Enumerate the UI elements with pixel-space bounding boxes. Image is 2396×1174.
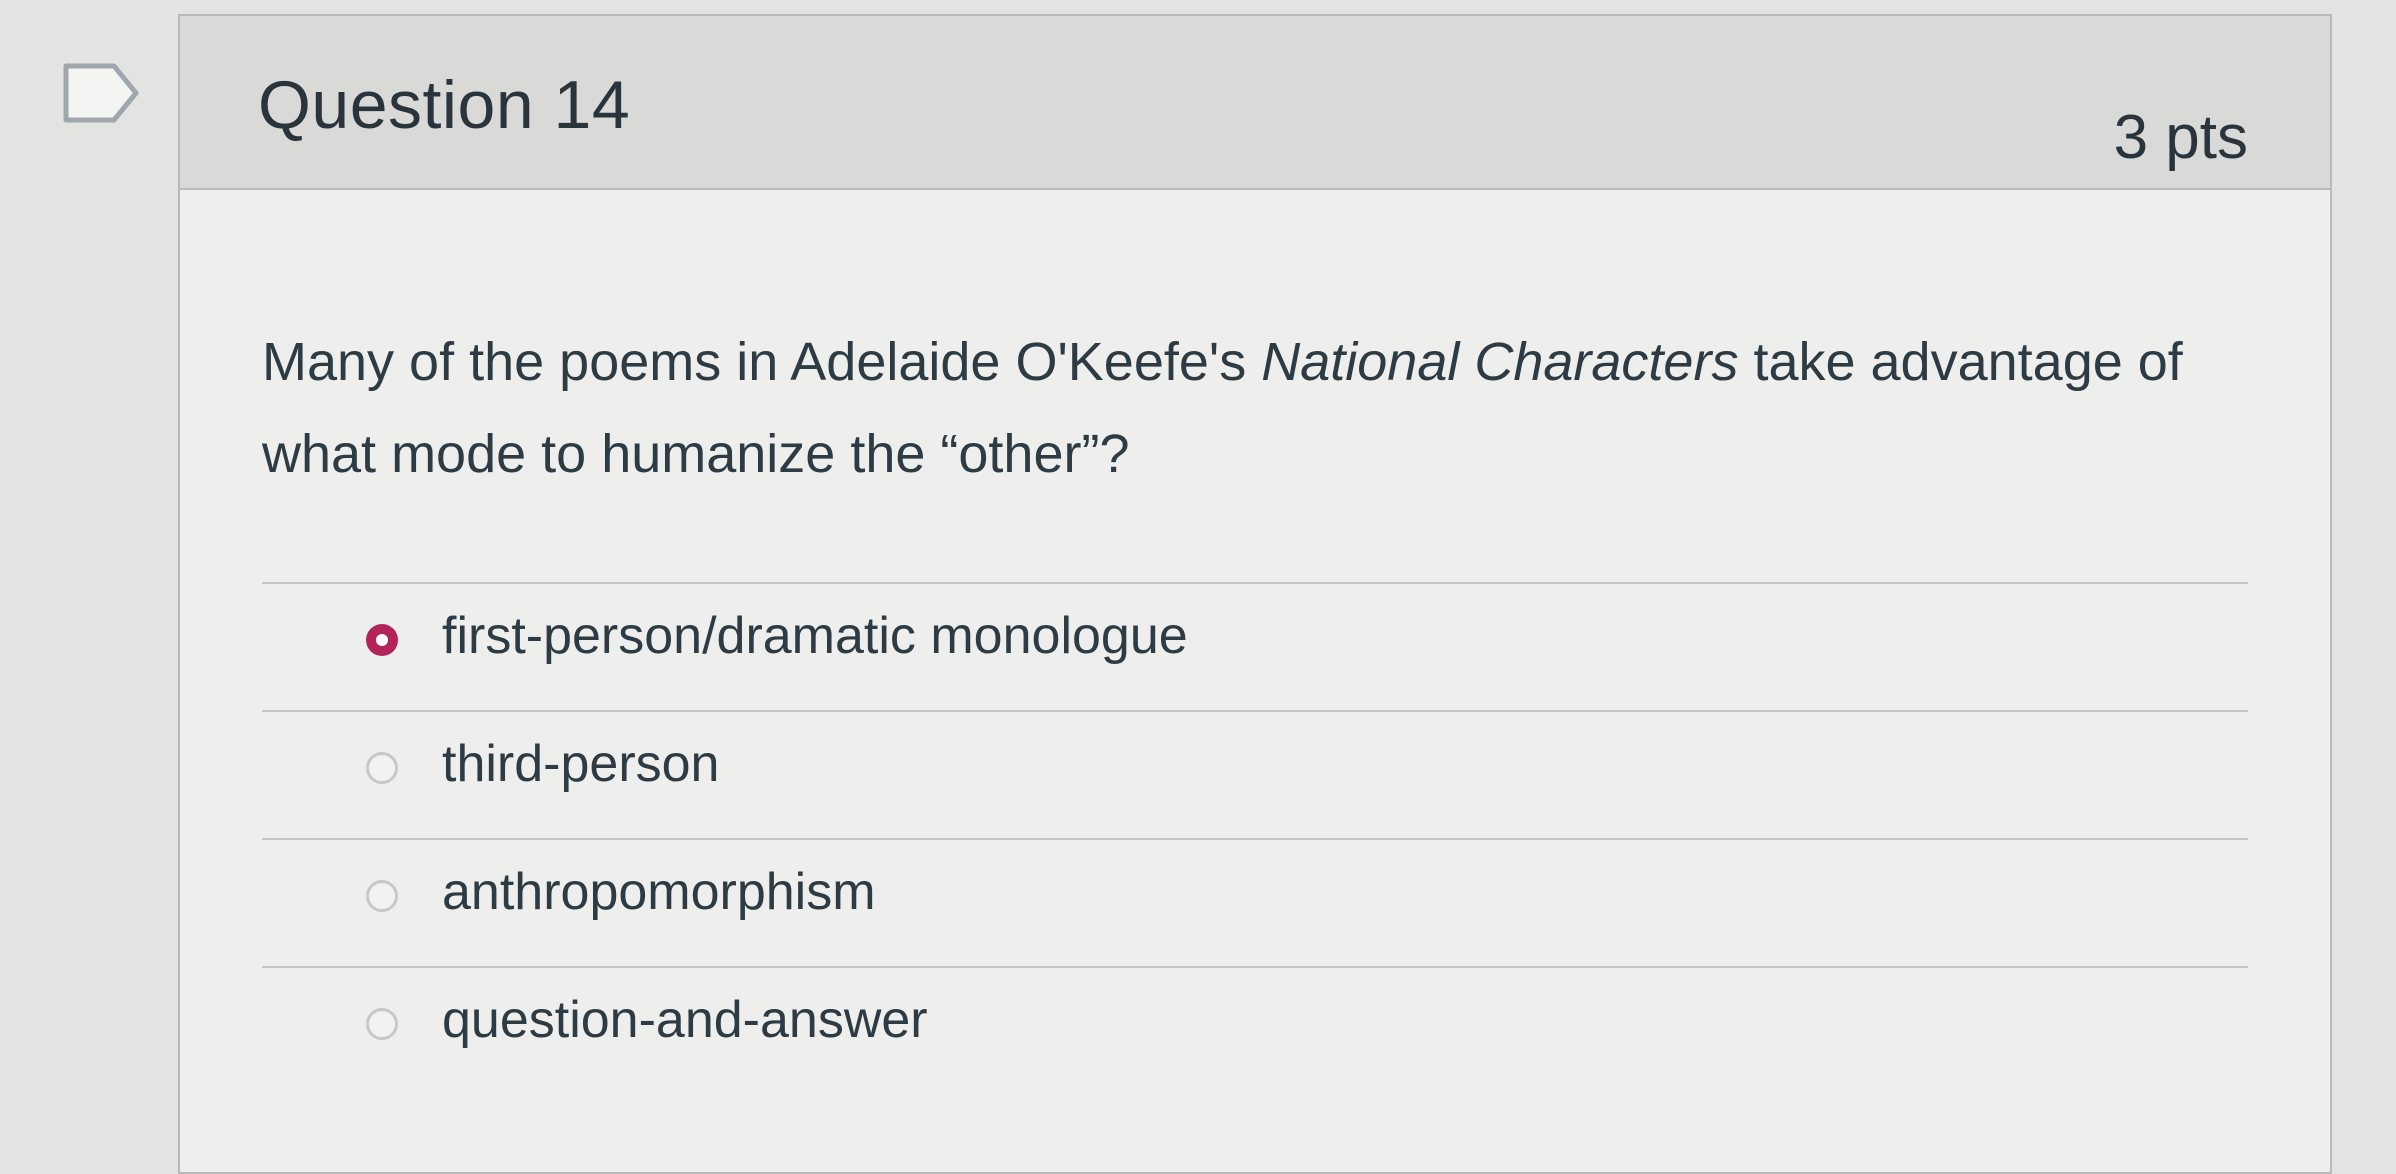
question-text-part1: Many of the poems in Adelaide O'Keefe's xyxy=(262,332,1262,392)
radio-unselected-icon[interactable] xyxy=(366,1008,398,1040)
answer-option[interactable]: third-person xyxy=(262,712,2248,832)
radio-unselected-icon[interactable] xyxy=(366,880,398,912)
question-points: 3 pts xyxy=(2113,103,2248,172)
question-text: Many of the poems in Adelaide O'Keefe's … xyxy=(262,316,2212,500)
answer-label[interactable]: third-person xyxy=(442,734,719,794)
answer-option[interactable]: anthropomorphism xyxy=(262,840,2248,960)
question-title: Question 14 xyxy=(258,67,631,143)
answer-option[interactable]: question-and-answer xyxy=(262,968,2248,1088)
radio-unselected-icon[interactable] xyxy=(366,752,398,784)
bookmark-flag-icon[interactable] xyxy=(62,62,140,124)
answer-label[interactable]: question-and-answer xyxy=(442,990,928,1050)
answer-label[interactable]: first-person/dramatic monologue xyxy=(442,606,1188,666)
radio-selected-icon[interactable] xyxy=(366,624,398,656)
question-text-italic: National Characters xyxy=(1261,332,1739,392)
question-header: Question 14 3 pts xyxy=(180,16,2330,190)
answer-label[interactable]: anthropomorphism xyxy=(442,862,876,922)
answer-option[interactable]: first-person/dramatic monologue xyxy=(262,584,2248,704)
question-card: Question 14 3 pts Many of the poems in A… xyxy=(178,14,2332,1174)
